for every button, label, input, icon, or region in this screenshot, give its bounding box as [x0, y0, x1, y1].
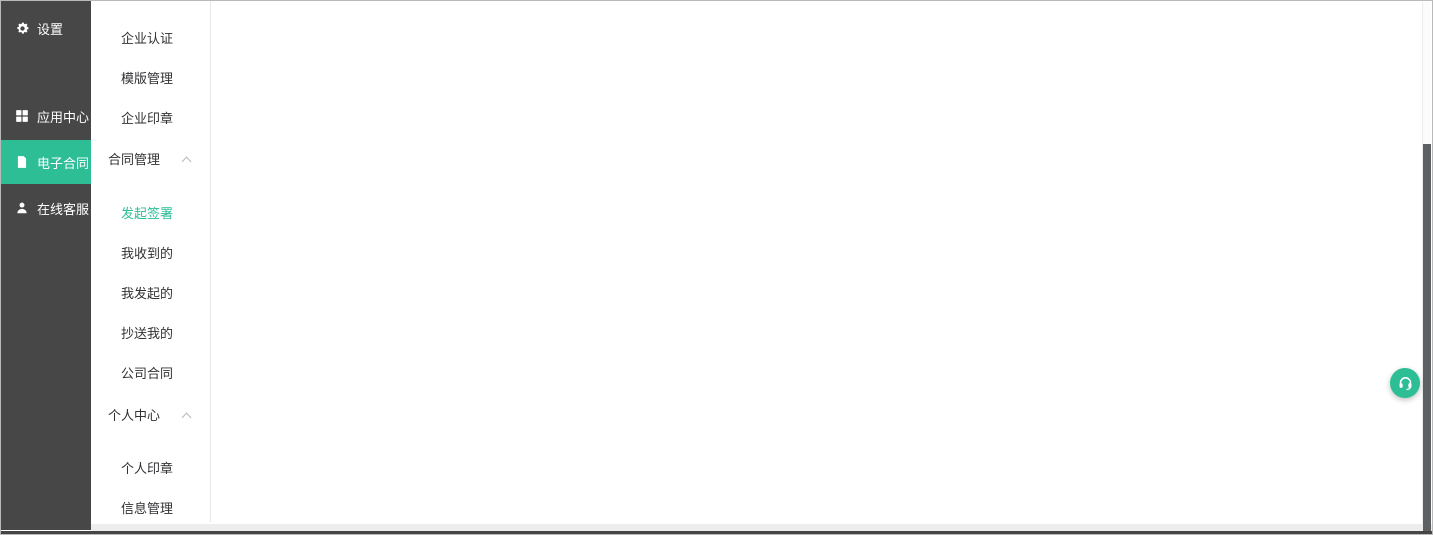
sidebar-item-personal-seal[interactable]: 个人印章	[91, 455, 210, 483]
app-window: 设置 应用中心 电子合同 在线客服 企业认证 模版管理 企业印章 合同管理	[0, 0, 1433, 535]
person-icon	[14, 200, 30, 216]
bottom-strip	[91, 524, 1432, 531]
main-content	[211, 2, 1425, 524]
sidebar-label-personal-center: 个人中心	[108, 408, 160, 423]
sidebar-item-enterprise-seal[interactable]: 企业印章	[91, 105, 210, 133]
primary-sidebar: 设置 应用中心 电子合同 在线客服	[1, 1, 91, 530]
sidebar-item-contract-mgmt[interactable]: 合同管理	[91, 146, 210, 174]
sidebar-item-personal-center[interactable]: 个人中心	[91, 402, 210, 430]
nav-label-econtract: 电子合同	[37, 153, 89, 172]
nav-label-app-center: 应用中心	[37, 107, 89, 126]
chevron-up-icon	[182, 157, 192, 167]
nav-label-online-service: 在线客服	[37, 199, 89, 218]
scrollbar-thumb[interactable]	[1423, 144, 1431, 531]
headset-icon	[1397, 375, 1414, 392]
contract-document-icon	[14, 154, 30, 170]
sidebar-label-contract-mgmt: 合同管理	[108, 152, 160, 167]
sidebar-item-template-mgmt[interactable]: 模版管理	[91, 65, 210, 93]
gear-icon	[14, 20, 30, 36]
nav-item-app-center[interactable]: 应用中心	[1, 94, 91, 138]
nav-item-econtract[interactable]: 电子合同	[1, 140, 91, 184]
sidebar-item-initiate-sign[interactable]: 发起签署	[91, 200, 210, 228]
sidebar-item-company-contracts[interactable]: 公司合同	[91, 360, 210, 388]
nav-label-settings: 设置	[37, 19, 63, 38]
grid-icon	[14, 108, 30, 124]
secondary-sidebar: 企业认证 模版管理 企业印章 合同管理 发起签署 我收到的 我发起的 抄送我的 …	[91, 1, 211, 522]
sidebar-item-info-mgmt[interactable]: 信息管理	[91, 495, 210, 523]
sidebar-item-initiated[interactable]: 我发起的	[91, 280, 210, 308]
chevron-up-icon	[182, 413, 192, 423]
scrollbar-track[interactable]	[1422, 2, 1431, 531]
nav-item-settings[interactable]: 设置	[1, 6, 91, 50]
customer-service-button[interactable]	[1390, 368, 1420, 398]
sidebar-item-cc-me[interactable]: 抄送我的	[91, 320, 210, 348]
nav-item-online-service[interactable]: 在线客服	[1, 186, 91, 230]
sidebar-item-enterprise-auth[interactable]: 企业认证	[91, 25, 210, 53]
sidebar-item-received[interactable]: 我收到的	[91, 240, 210, 268]
window-bottom-edge	[1, 531, 1432, 535]
